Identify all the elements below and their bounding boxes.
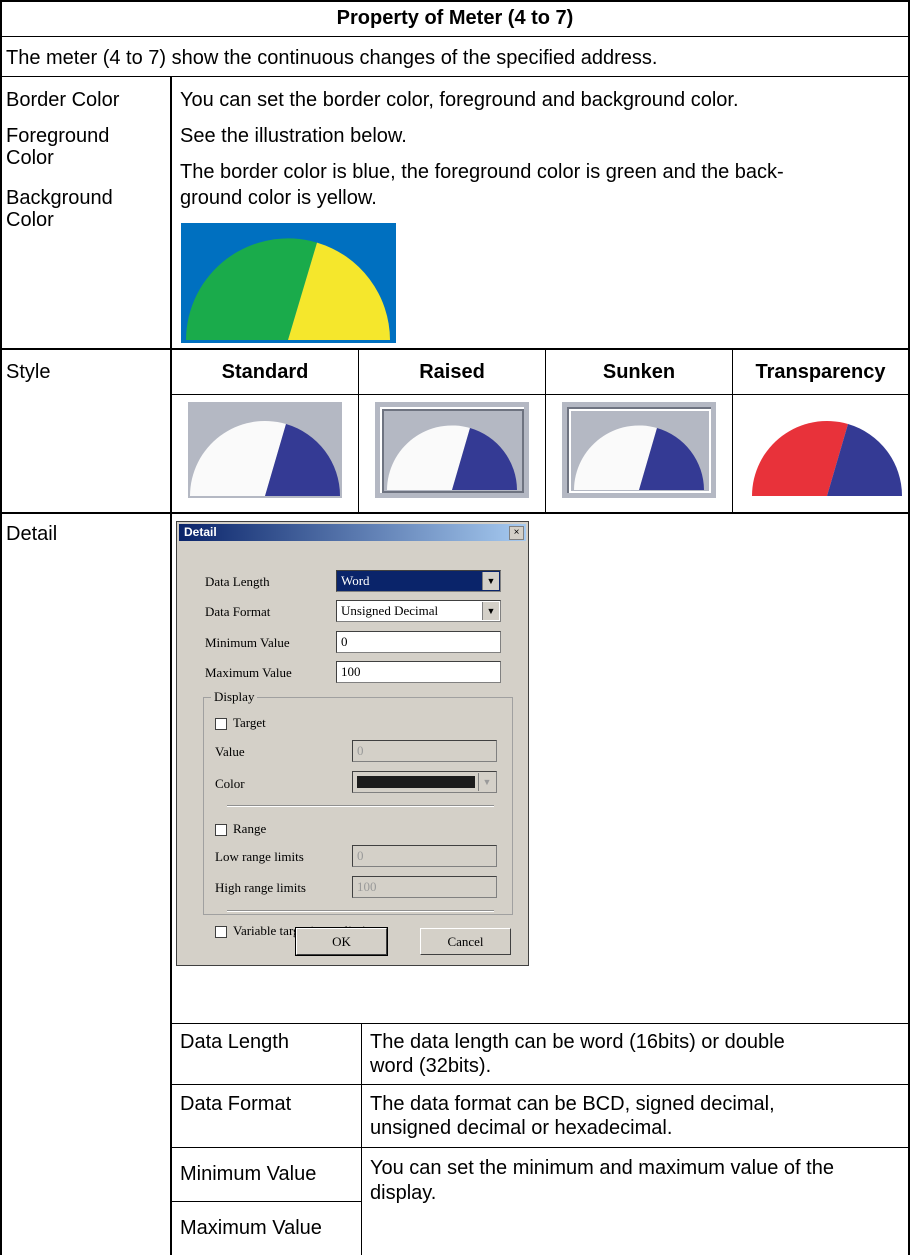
transparency-meter-image — [752, 421, 902, 496]
detail-label: Detail — [6, 523, 58, 545]
value-label: Value — [215, 744, 245, 759]
maximum-value-label: Maximum Value — [205, 665, 292, 680]
chevron-down-icon[interactable]: ▼ — [482, 602, 499, 620]
high-range-label: High range limits — [215, 880, 306, 895]
subtable-desc-line: word (32bits). — [370, 1055, 492, 1077]
subtable-name-data-format: Data Format — [180, 1093, 292, 1115]
raised-meter-image — [375, 402, 529, 498]
minimum-value-label: Minimum Value — [205, 635, 290, 650]
sunken-meter-image — [562, 402, 716, 498]
colors-description-line: You can set the border color, foreground… — [180, 89, 739, 111]
foreground-label-color: Color — [6, 147, 54, 169]
maximum-value-input[interactable]: 100 — [336, 661, 501, 683]
background-label-color: Color — [6, 209, 54, 231]
table-border-top — [0, 0, 910, 2]
subtable-name-data-length: Data Length — [180, 1031, 289, 1053]
high-range-input[interactable]: 100 — [352, 876, 497, 898]
subtable-desc-line: The data format can be BCD, signed decim… — [370, 1093, 775, 1115]
display-separator — [227, 910, 494, 912]
subtable-name-minimum-value: Minimum Value — [180, 1163, 317, 1185]
subtable-desc-line: unsigned decimal or hexadecimal. — [370, 1117, 673, 1139]
column-divider — [170, 76, 172, 1255]
color-meter-illustration — [181, 223, 396, 343]
low-range-label: Low range limits — [215, 849, 304, 864]
color-label: Color — [215, 776, 245, 791]
table-title: Property of Meter (4 to 7) — [336, 7, 574, 29]
data-length-label: Data Length — [205, 574, 270, 589]
row-divider — [172, 394, 910, 395]
target-checkbox[interactable] — [215, 718, 227, 730]
row-divider — [0, 348, 910, 350]
colors-description-line: The border color is blue, the foreground… — [180, 161, 784, 183]
style-col-raised: Raised — [419, 361, 485, 383]
chevron-down-icon[interactable]: ▼ — [482, 572, 499, 590]
minimum-value-input[interactable]: 0 — [336, 631, 501, 653]
chevron-down-icon[interactable]: ▼ — [478, 773, 495, 791]
subtable-column-divider — [361, 1023, 362, 1255]
colors-description-line: See the illustration below. — [180, 125, 407, 147]
background-label: Background — [6, 187, 113, 209]
subtable-divider — [172, 1023, 910, 1024]
subtable-divider — [172, 1201, 362, 1202]
style-col-standard: Standard — [221, 361, 309, 383]
display-group-label: Display — [211, 689, 258, 705]
variable-limits-checkbox[interactable] — [215, 926, 227, 938]
colors-description-line: ground color is yellow. — [180, 187, 377, 209]
subtable-desc-line: The data length can be word (16bits) or … — [370, 1031, 785, 1053]
style-col-sunken: Sunken — [602, 361, 676, 383]
low-range-input[interactable]: 0 — [352, 845, 497, 867]
target-label: Target — [233, 715, 266, 730]
data-length-value: Word — [341, 573, 370, 588]
dialog-title: Detail — [184, 525, 217, 539]
intro-text: The meter (4 to 7) show the continuous c… — [6, 47, 658, 69]
range-checkbox[interactable] — [215, 824, 227, 836]
subtable-divider — [172, 1084, 910, 1085]
cancel-button[interactable]: Cancel — [420, 928, 511, 955]
data-length-select[interactable]: Word ▼ — [336, 570, 501, 592]
property-table: Property of Meter (4 to 7) The meter (4 … — [0, 0, 910, 1255]
data-format-select[interactable]: Unsigned Decimal ▼ — [336, 600, 501, 622]
row-divider — [0, 512, 910, 514]
border-color-label: Border Color — [6, 89, 120, 111]
target-value-input[interactable]: 0 — [352, 740, 497, 762]
color-swatch — [357, 776, 475, 788]
ok-button[interactable]: OK — [295, 927, 388, 956]
style-label: Style — [6, 361, 51, 383]
subtable-desc-line: You can set the minimum and maximum valu… — [370, 1157, 834, 1179]
detail-dialog: Detail × Data Length Word ▼ Data Format … — [176, 521, 529, 966]
row-divider — [0, 36, 910, 37]
close-icon[interactable]: × — [509, 526, 524, 540]
range-label: Range — [233, 821, 267, 836]
subtable-desc-line: display. — [370, 1182, 437, 1204]
subtable-name-maximum-value: Maximum Value — [180, 1217, 322, 1239]
color-picker[interactable]: ▼ — [352, 771, 497, 793]
subtable-divider — [172, 1147, 910, 1148]
style-col-transparency: Transparency — [755, 361, 886, 383]
foreground-label: Foreground — [6, 125, 110, 147]
table-border-left — [0, 0, 2, 1255]
display-separator — [227, 805, 494, 807]
data-format-label: Data Format — [205, 604, 271, 619]
standard-meter-image — [188, 402, 342, 498]
row-divider — [0, 76, 910, 77]
data-format-value: Unsigned Decimal — [341, 603, 439, 618]
dialog-title-bar: Detail × — [179, 524, 526, 541]
